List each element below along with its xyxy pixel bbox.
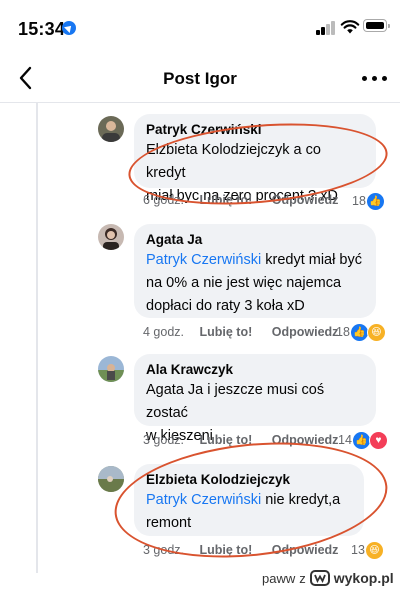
comment-text-line: remont bbox=[146, 515, 192, 531]
comment-time[interactable]: 6 godz. bbox=[143, 193, 184, 207]
header: Post Igor bbox=[0, 58, 400, 103]
comment-meta: 4 godz. Lubię to! Odpowiedz bbox=[143, 325, 338, 339]
comment-meta: 6 godz. Lubię to! Odpowiedz bbox=[143, 193, 338, 207]
reply-button[interactable]: Odpowiedz bbox=[272, 433, 339, 447]
comment-text: Patryk Czerwiński nie kredyt,a remont bbox=[146, 489, 352, 535]
reactions[interactable]: 18 👍 😆 bbox=[336, 322, 386, 342]
love-reaction-icon: ♥ bbox=[368, 430, 388, 450]
comment-text-line: Patryk Czerwiński kredyt miał być bbox=[146, 249, 364, 272]
more-options-icon[interactable] bbox=[362, 74, 388, 84]
reactions[interactable]: 13 😆 bbox=[351, 540, 384, 560]
reactions[interactable]: 18 👍 bbox=[352, 191, 385, 211]
comment-bubble[interactable]: Elzbieta Kolodziejczyk Patryk Czerwiński… bbox=[134, 464, 364, 536]
comment-text-line: Agata Ja i jeszcze musi coś zostać bbox=[146, 382, 325, 421]
haha-reaction-icon: 😆 bbox=[364, 540, 384, 560]
comment-time[interactable]: 3 godz. bbox=[143, 543, 184, 557]
battery-icon bbox=[363, 19, 390, 32]
avatar[interactable] bbox=[98, 356, 124, 382]
comment-text-line: dopłaci do raty 3 koła xD bbox=[146, 298, 305, 314]
reaction-count: 14 bbox=[338, 433, 352, 447]
comment-text-line: Elzbieta Kolodziejczyk a co kredyt bbox=[146, 142, 321, 181]
comment-bubble[interactable]: Patryk Czerwiński Elzbieta Kolodziejczyk… bbox=[134, 114, 376, 204]
comment-time[interactable]: 3 godz. bbox=[143, 433, 184, 447]
reply-button[interactable]: Odpowiedz bbox=[272, 325, 339, 339]
comment-text-fragment: nie kredyt,a bbox=[261, 492, 341, 508]
comment-bubble[interactable]: Agata Ja Patryk Czerwiński kredyt miał b… bbox=[134, 224, 376, 318]
wykop-logo-icon bbox=[309, 570, 330, 586]
reactions[interactable]: 14 👍 ♥ bbox=[338, 430, 388, 450]
avatar[interactable] bbox=[98, 466, 124, 492]
status-time: 15:34 bbox=[18, 19, 66, 39]
mention-link[interactable]: Patryk Czerwiński bbox=[146, 252, 261, 268]
reaction-count: 18 bbox=[352, 194, 366, 208]
comment-text: Patryk Czerwiński kredyt miał być na 0% … bbox=[146, 249, 364, 318]
comment-author[interactable]: Elzbieta Kolodziejczyk bbox=[146, 471, 352, 489]
watermark: paww z wykop.pl bbox=[262, 570, 394, 586]
watermark-site: wykop.pl bbox=[333, 570, 394, 586]
reaction-count: 18 bbox=[336, 325, 350, 339]
comment-text-line: Patryk Czerwiński nie kredyt,a bbox=[146, 489, 352, 512]
mention-link[interactable]: Patryk Czerwiński bbox=[146, 492, 261, 508]
comment-meta: 3 godz. Lubię to! Odpowiedz bbox=[143, 433, 338, 447]
like-button[interactable]: Lubię to! bbox=[200, 325, 253, 339]
wifi-icon bbox=[340, 20, 360, 34]
thread-line bbox=[36, 103, 38, 573]
cellular-signal-icon bbox=[316, 21, 336, 35]
reply-button[interactable]: Odpowiedz bbox=[272, 193, 339, 207]
like-button[interactable]: Lubię to! bbox=[200, 543, 253, 557]
like-button[interactable]: Lubię to! bbox=[200, 193, 253, 207]
like-reaction-icon: 👍 bbox=[365, 191, 385, 211]
location-arrow-icon bbox=[62, 21, 76, 35]
reply-button[interactable]: Odpowiedz bbox=[272, 543, 339, 557]
page-title: Post Igor bbox=[163, 69, 237, 88]
avatar[interactable] bbox=[98, 116, 124, 142]
status-bar: 15:34 bbox=[0, 0, 400, 58]
comment-text-line: na 0% a nie jest więc najemca bbox=[146, 275, 342, 291]
watermark-sep: z bbox=[299, 570, 306, 586]
like-button[interactable]: Lubię to! bbox=[200, 433, 253, 447]
avatar[interactable] bbox=[98, 224, 124, 250]
watermark-user: paww bbox=[262, 570, 296, 586]
comment-author[interactable]: Agata Ja bbox=[146, 231, 364, 249]
haha-reaction-icon: 😆 bbox=[366, 322, 386, 342]
comment-author[interactable]: Ala Krawczyk bbox=[146, 361, 364, 379]
comment-meta: 3 godz. Lubię to! Odpowiedz bbox=[143, 543, 338, 557]
comment-bubble[interactable]: Ala Krawczyk Agata Ja i jeszcze musi coś… bbox=[134, 354, 376, 444]
comment-time[interactable]: 4 godz. bbox=[143, 325, 184, 339]
reaction-count: 13 bbox=[351, 543, 365, 557]
comment-author[interactable]: Patryk Czerwiński bbox=[146, 121, 364, 139]
comment-text-fragment: kredyt miał być bbox=[261, 252, 362, 268]
